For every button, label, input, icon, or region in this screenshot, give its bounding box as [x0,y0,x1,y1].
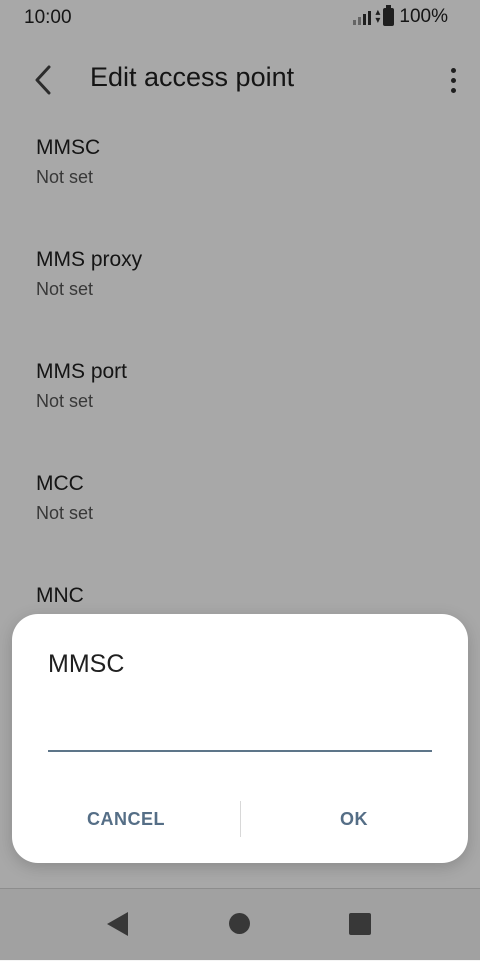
ok-button[interactable]: OK [276,801,432,837]
dialog-title: MMSC [48,650,125,678]
cancel-button[interactable]: CANCEL [48,801,204,837]
dialog-buttons: CANCEL OK [12,801,468,837]
button-divider [240,801,241,837]
mmsc-dialog: MMSC CANCEL OK [12,614,468,863]
screen: 10:00 ▴ ▾ 100% Edit access point MMSC No… [0,0,480,961]
mmsc-input[interactable] [48,712,432,752]
